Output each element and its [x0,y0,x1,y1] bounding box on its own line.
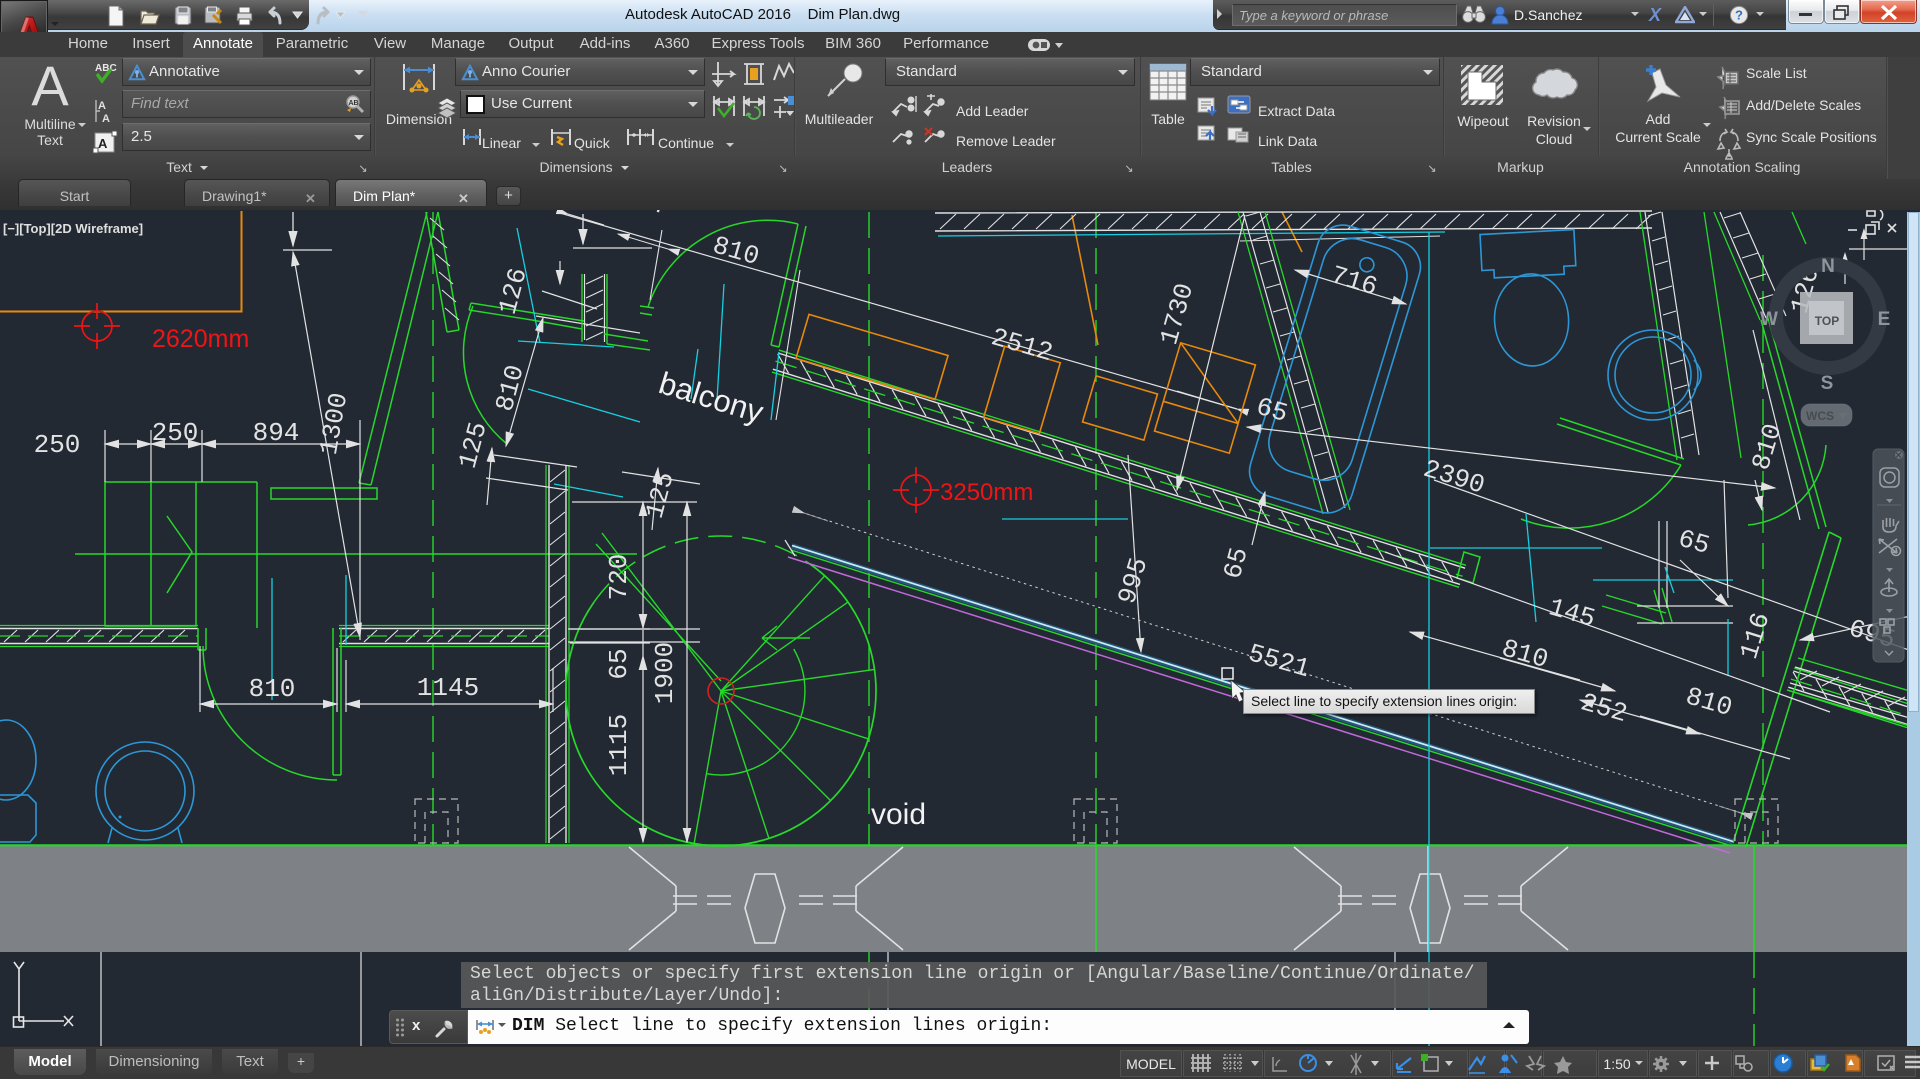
svg-text:N: N [1821,256,1835,277]
svg-text:void: void [871,798,926,831]
svg-text:716: 716 [1327,260,1381,302]
svg-text:125: 125 [640,469,681,522]
svg-text:A: A [98,100,106,112]
svg-text:W: W [1760,309,1778,330]
svg-text:125: 125 [453,419,494,472]
svg-text:1300: 1300 [314,390,354,457]
svg-text:126: 126 [493,265,534,318]
svg-text:404: 404 [615,210,668,221]
svg-text:252: 252 [1577,687,1630,729]
svg-text:116: 116 [1734,609,1776,663]
svg-text:2390: 2390 [1420,454,1488,501]
svg-text:810: 810 [1498,633,1551,675]
svg-text:995: 995 [1112,554,1154,608]
svg-text:65: 65 [1218,544,1255,582]
svg-text:250: 250 [152,418,199,448]
svg-text:1145: 1145 [417,673,479,703]
svg-text:ABC: ABC [95,63,117,74]
svg-text:65: 65 [604,648,634,679]
svg-text:810: 810 [1746,420,1788,474]
svg-text:145: 145 [1545,592,1598,634]
svg-text:3250mm: 3250mm [940,479,1033,506]
svg-text:TOP: TOP [1815,314,1839,328]
svg-text:810: 810 [490,362,531,415]
svg-text:A: A [102,113,110,125]
svg-text:250: 250 [34,430,81,460]
svg-text:65: 65 [1253,392,1291,429]
svg-text:1730: 1730 [1154,280,1200,348]
svg-text:?: ? [1735,8,1743,23]
svg-text:1900: 1900 [650,642,680,704]
svg-text:2512: 2512 [988,322,1056,368]
svg-text:810: 810 [709,230,762,272]
svg-text:balcony: balcony [655,365,768,430]
svg-text:1115: 1115 [604,714,634,776]
svg-text:E: E [1878,309,1891,330]
svg-text:2620mm: 2620mm [152,325,249,353]
svg-text:A: A [98,136,108,151]
svg-text:810: 810 [249,674,296,704]
svg-text:S: S [1821,373,1834,394]
svg-text:5521: 5521 [1245,638,1313,684]
svg-text:894: 894 [253,418,300,448]
svg-text:720: 720 [604,554,634,601]
svg-text:WCS: WCS [1806,409,1834,423]
svg-text:AB: AB [349,100,359,107]
svg-text:810: 810 [1682,681,1735,723]
svg-text:65: 65 [1675,524,1713,561]
svg-text:[−][Top][2D Wireframe]: [−][Top][2D Wireframe] [3,221,143,236]
